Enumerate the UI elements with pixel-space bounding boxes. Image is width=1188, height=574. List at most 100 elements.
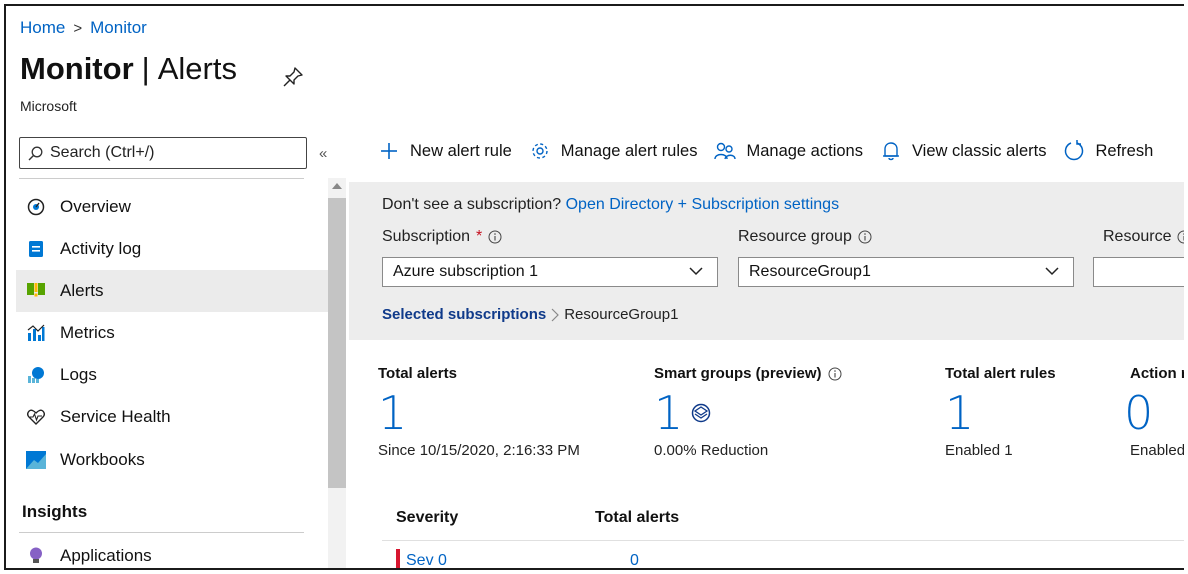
divider — [19, 532, 304, 533]
selected-resource-group: ResourceGroup1 — [564, 306, 679, 323]
people-icon — [714, 140, 737, 162]
new-alert-rule-button[interactable]: New alert rule — [378, 140, 512, 162]
plus-icon — [378, 140, 400, 162]
logs-icon — [26, 365, 46, 385]
info-icon[interactable] — [828, 367, 842, 381]
directory-subscription-settings-link[interactable]: Open Directory + Subscription settings — [566, 196, 839, 213]
gear-icon — [529, 140, 551, 162]
subscription-dropdown[interactable]: Azure subscription 1 — [382, 257, 718, 287]
breadcrumb: Home > Monitor — [20, 18, 147, 38]
pin-icon[interactable] — [282, 66, 304, 88]
sidebar-item-service-health[interactable]: Service Health — [16, 396, 328, 438]
resource-group-dropdown-value: ResourceGroup1 — [749, 263, 871, 280]
total-alert-rules-enabled: Enabled 1 — [945, 442, 1013, 459]
resource-group-label-text: Resource group — [738, 228, 852, 245]
page-title: Monitor | Alerts — [20, 51, 237, 87]
view-classic-alerts-label: View classic alerts — [911, 141, 1047, 160]
total-alerts-column-header[interactable]: Total alerts — [595, 509, 679, 527]
sidebar-item-alerts[interactable]: Alerts — [16, 270, 328, 312]
action-rules-enabled: Enabled ( — [1130, 442, 1184, 459]
resource-dropdown[interactable] — [1093, 257, 1184, 287]
sev0-link[interactable]: Sev 0 — [406, 552, 447, 568]
total-alert-rules-value[interactable]: 1 — [945, 386, 974, 440]
smart-groups-reduction: 0.00% Reduction — [654, 442, 769, 459]
smart-groups-value[interactable]: 1 — [654, 386, 711, 440]
overview-icon — [26, 197, 46, 217]
sidebar-item-label: Logs — [60, 365, 97, 384]
notice-text: Don't see a subscription? — [382, 196, 562, 213]
refresh-icon — [1063, 140, 1085, 162]
page-title-service: Monitor — [20, 51, 134, 86]
smart-groups-icon — [692, 403, 711, 423]
total-alerts-value[interactable]: 1 — [378, 386, 407, 440]
sev0-total-link[interactable]: 0 — [630, 552, 639, 568]
activity-log-icon — [26, 239, 46, 259]
directory-name: Microsoft — [20, 98, 77, 114]
page-title-separator: | — [141, 51, 150, 86]
sidebar-item-label: Workbooks — [60, 450, 145, 469]
total-alerts-since: Since 10/15/2020, 2:16:33 PM — [378, 442, 580, 459]
sidebar-item-activity-log[interactable]: Activity log — [16, 228, 328, 270]
subscription-label: Subscription * — [382, 228, 502, 246]
refresh-label: Refresh — [1095, 141, 1154, 160]
sidebar-item-label: Applications — [60, 546, 152, 565]
subscription-dropdown-value: Azure subscription 1 — [393, 263, 538, 280]
scroll-up-arrow-icon[interactable] — [332, 183, 342, 189]
divider — [19, 178, 304, 179]
sidebar-item-workbooks[interactable]: Workbooks — [16, 439, 328, 481]
workbooks-icon — [26, 450, 46, 470]
lightbulb-icon — [26, 546, 46, 566]
action-rules-value[interactable]: 0 — [1124, 386, 1153, 440]
total-alerts-count: 1 — [378, 386, 408, 440]
collapse-sidebar-button[interactable]: « — [319, 145, 327, 162]
action-rules-label: Action ru — [1130, 365, 1184, 382]
chevron-down-icon — [689, 267, 703, 276]
total-alert-rules-count: 1 — [945, 386, 975, 440]
selected-scope-breadcrumb: Selected subscriptions ResourceGroup1 — [382, 306, 678, 323]
sidebar-item-overview[interactable]: Overview — [16, 186, 328, 228]
sidebar-item-label: Service Health — [60, 407, 171, 426]
smart-groups-label-text: Smart groups (preview) — [654, 365, 822, 382]
command-bar: New alert rule Manage alert rules Manage… — [378, 140, 1153, 162]
resource-group-dropdown[interactable]: ResourceGroup1 — [738, 257, 1074, 287]
new-alert-rule-label: New alert rule — [410, 141, 512, 160]
breadcrumb-monitor-link[interactable]: Monitor — [90, 18, 147, 38]
required-marker: * — [476, 228, 483, 245]
manage-actions-button[interactable]: Manage actions — [714, 140, 863, 162]
breadcrumb-separator: > — [73, 19, 83, 37]
breadcrumb-home-link[interactable]: Home — [20, 18, 65, 38]
table-divider — [382, 540, 1184, 541]
smart-groups-label: Smart groups (preview) — [654, 365, 842, 382]
chevron-right-icon — [551, 308, 560, 321]
info-icon[interactable] — [1177, 230, 1184, 244]
view-classic-alerts-button[interactable]: View classic alerts — [880, 140, 1047, 162]
subscription-label-text: Subscription — [382, 228, 471, 245]
severity-column-header[interactable]: Severity — [396, 509, 458, 527]
sidebar-item-label: Activity log — [60, 239, 142, 258]
total-alerts-label: Total alerts — [378, 365, 457, 382]
sidebar-scrollbar-thumb[interactable] — [328, 198, 346, 488]
subscription-notice: Don't see a subscription? Open Directory… — [382, 196, 839, 214]
sidebar-item-applications[interactable]: Applications — [16, 535, 328, 568]
sidebar-item-logs[interactable]: Logs — [16, 354, 328, 396]
bell-icon — [880, 140, 902, 162]
resource-group-label: Resource group — [738, 228, 872, 246]
sev0-indicator — [396, 549, 400, 568]
info-icon[interactable] — [858, 230, 872, 244]
page-title-blade: Alerts — [157, 51, 237, 86]
info-icon[interactable] — [488, 230, 502, 244]
heart-icon — [26, 407, 46, 427]
sidebar-item-metrics[interactable]: Metrics — [16, 312, 328, 354]
resource-label-text: Resource — [1103, 228, 1172, 245]
sidebar-item-label: Overview — [60, 197, 131, 216]
metrics-icon — [26, 323, 46, 343]
manage-alert-rules-label: Manage alert rules — [560, 141, 698, 160]
selected-subscriptions-link[interactable]: Selected subscriptions — [382, 306, 546, 323]
sidebar-search-input[interactable]: Search (Ctrl+/) — [19, 137, 307, 169]
manage-alert-rules-button[interactable]: Manage alert rules — [529, 140, 698, 162]
action-rules-count: 0 — [1124, 386, 1154, 440]
search-placeholder: Search (Ctrl+/) — [50, 144, 155, 161]
refresh-button[interactable]: Refresh — [1063, 140, 1153, 162]
search-icon — [28, 146, 43, 160]
smart-groups-count: 1 — [654, 386, 684, 440]
